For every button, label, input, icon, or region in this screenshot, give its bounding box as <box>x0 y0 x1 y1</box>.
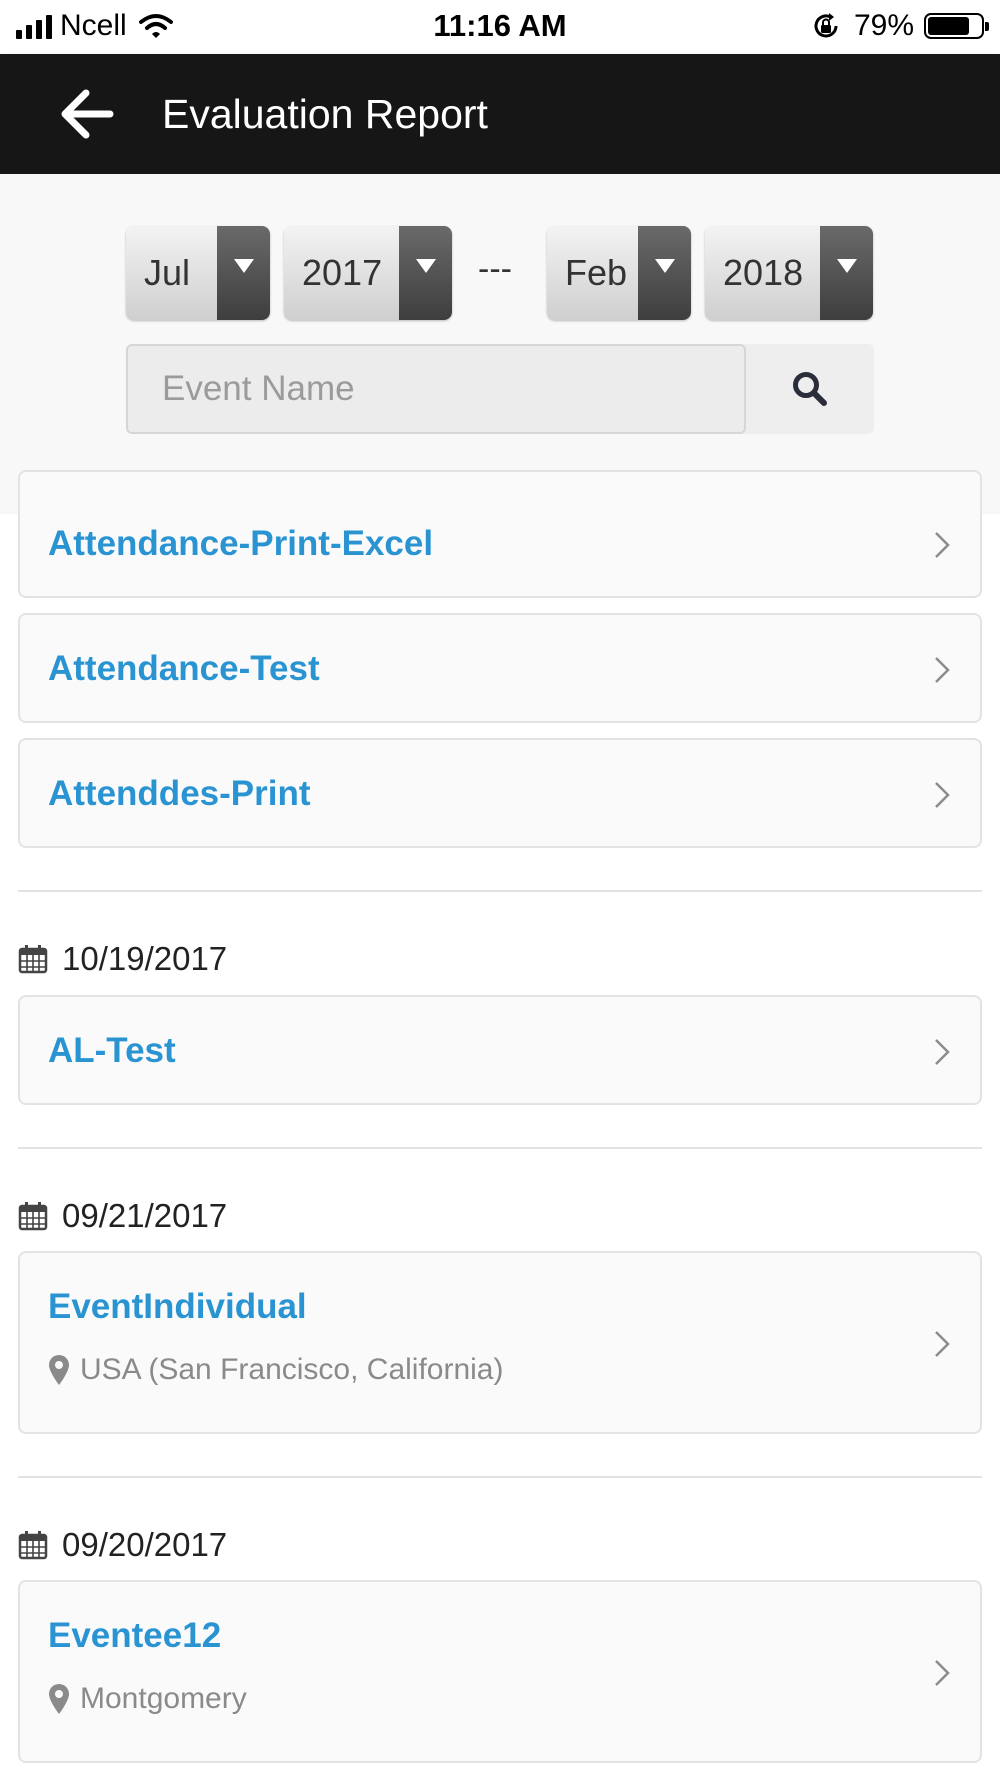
search-bar <box>126 344 874 434</box>
event-location: USA (San Francisco, California) <box>48 1353 504 1387</box>
to-year-select[interactable]: 2018 <box>705 226 873 320</box>
to-month-value: Feb <box>565 252 628 293</box>
back-button[interactable] <box>58 86 118 142</box>
arrow-left-icon <box>61 89 114 139</box>
event-card[interactable]: AL-Test <box>18 995 982 1105</box>
event-title: AL-Test <box>48 1031 176 1070</box>
section-divider <box>18 1476 982 1478</box>
chevron-down-icon <box>820 226 873 320</box>
chevron-right-icon <box>935 1039 950 1065</box>
from-year-select[interactable]: 2017 <box>284 226 452 320</box>
chevron-down-icon <box>638 226 691 320</box>
event-name-input[interactable] <box>126 344 746 434</box>
date-label: 09/21/2017 <box>62 1197 228 1234</box>
calendar-icon <box>18 1531 48 1560</box>
event-location-text: USA (San Francisco, California) <box>80 1353 504 1386</box>
date-header: 09/20/2017 <box>18 1523 227 1567</box>
event-card[interactable]: Attendance-Test <box>18 613 982 723</box>
event-title: EventIndividual <box>48 1287 307 1326</box>
section-divider <box>18 890 982 892</box>
date-header: 10/19/2017 <box>18 937 227 981</box>
date-label: 09/20/2017 <box>62 1526 228 1563</box>
event-card[interactable]: EventIndividual USA (San Francisco, Cali… <box>18 1251 982 1434</box>
rotation-lock-icon <box>814 13 838 38</box>
event-location: Montgomery <box>48 1682 247 1716</box>
chevron-right-icon <box>935 1331 950 1357</box>
chevron-right-icon <box>935 1660 950 1686</box>
chevron-right-icon <box>935 782 950 808</box>
calendar-icon <box>18 1202 48 1231</box>
event-location-text: Montgomery <box>80 1682 247 1715</box>
event-card[interactable]: Eventee12 Montgomery <box>18 1580 982 1763</box>
battery-icon <box>924 13 989 39</box>
from-month-value: Jul <box>144 252 191 293</box>
chevron-right-icon <box>935 532 950 558</box>
section-divider <box>18 1147 982 1149</box>
from-month-select[interactable]: Jul <box>126 226 270 320</box>
event-card[interactable]: Attendance-Print-Excel <box>18 470 982 598</box>
event-title: Attenddes-Print <box>48 774 311 813</box>
map-pin-icon <box>49 1684 69 1714</box>
chevron-right-icon <box>935 657 950 683</box>
filter-panel: Jul 2017 --- Feb 2018 <box>0 174 1000 514</box>
search-button[interactable] <box>746 344 874 434</box>
from-year-value: 2017 <box>302 252 383 293</box>
status-right: 79% <box>812 6 989 46</box>
event-card[interactable]: Attenddes-Print <box>18 738 982 848</box>
map-pin-icon <box>49 1355 69 1385</box>
chevron-down-icon <box>399 226 452 320</box>
date-label: 10/19/2017 <box>62 940 228 977</box>
battery-fill <box>928 17 970 35</box>
date-header: 09/21/2017 <box>18 1194 227 1238</box>
battery-percent: 79% <box>853 9 914 42</box>
event-title: Attendance-Test <box>48 649 320 688</box>
event-title: Attendance-Print-Excel <box>48 524 434 563</box>
chevron-down-icon <box>217 226 270 320</box>
app-header: Evaluation Report <box>0 54 1000 174</box>
page-title: Evaluation Report <box>162 91 488 137</box>
to-year-value: 2018 <box>723 252 804 293</box>
range-separator: --- <box>478 250 512 288</box>
event-title: Eventee12 <box>48 1616 222 1655</box>
search-icon <box>793 372 827 406</box>
status-bar: Ncell 11:16 AM 79% <box>0 0 1000 54</box>
to-month-select[interactable]: Feb <box>547 226 691 320</box>
calendar-icon <box>18 945 48 974</box>
